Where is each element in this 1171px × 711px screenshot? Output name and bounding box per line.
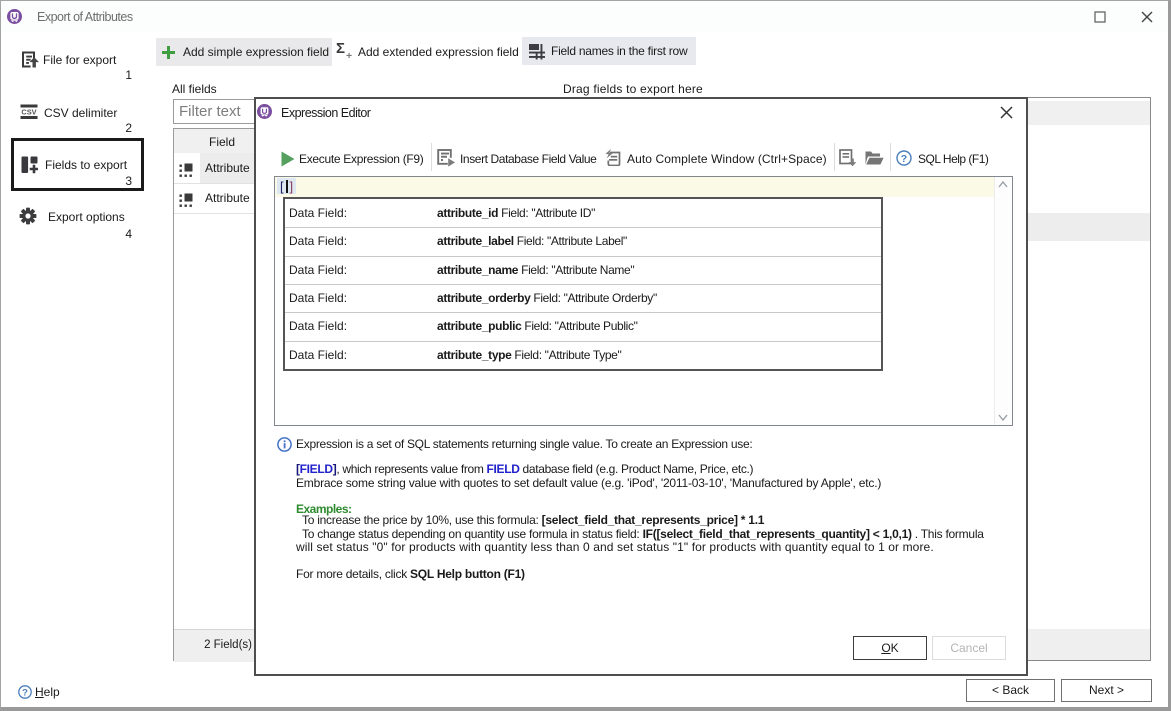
svg-text:+: + (346, 50, 352, 61)
svg-text:?: ? (22, 688, 28, 699)
svg-text:CSV: CSV (21, 107, 36, 116)
svg-text:?: ? (901, 153, 907, 165)
svg-text:Σ: Σ (336, 42, 345, 57)
